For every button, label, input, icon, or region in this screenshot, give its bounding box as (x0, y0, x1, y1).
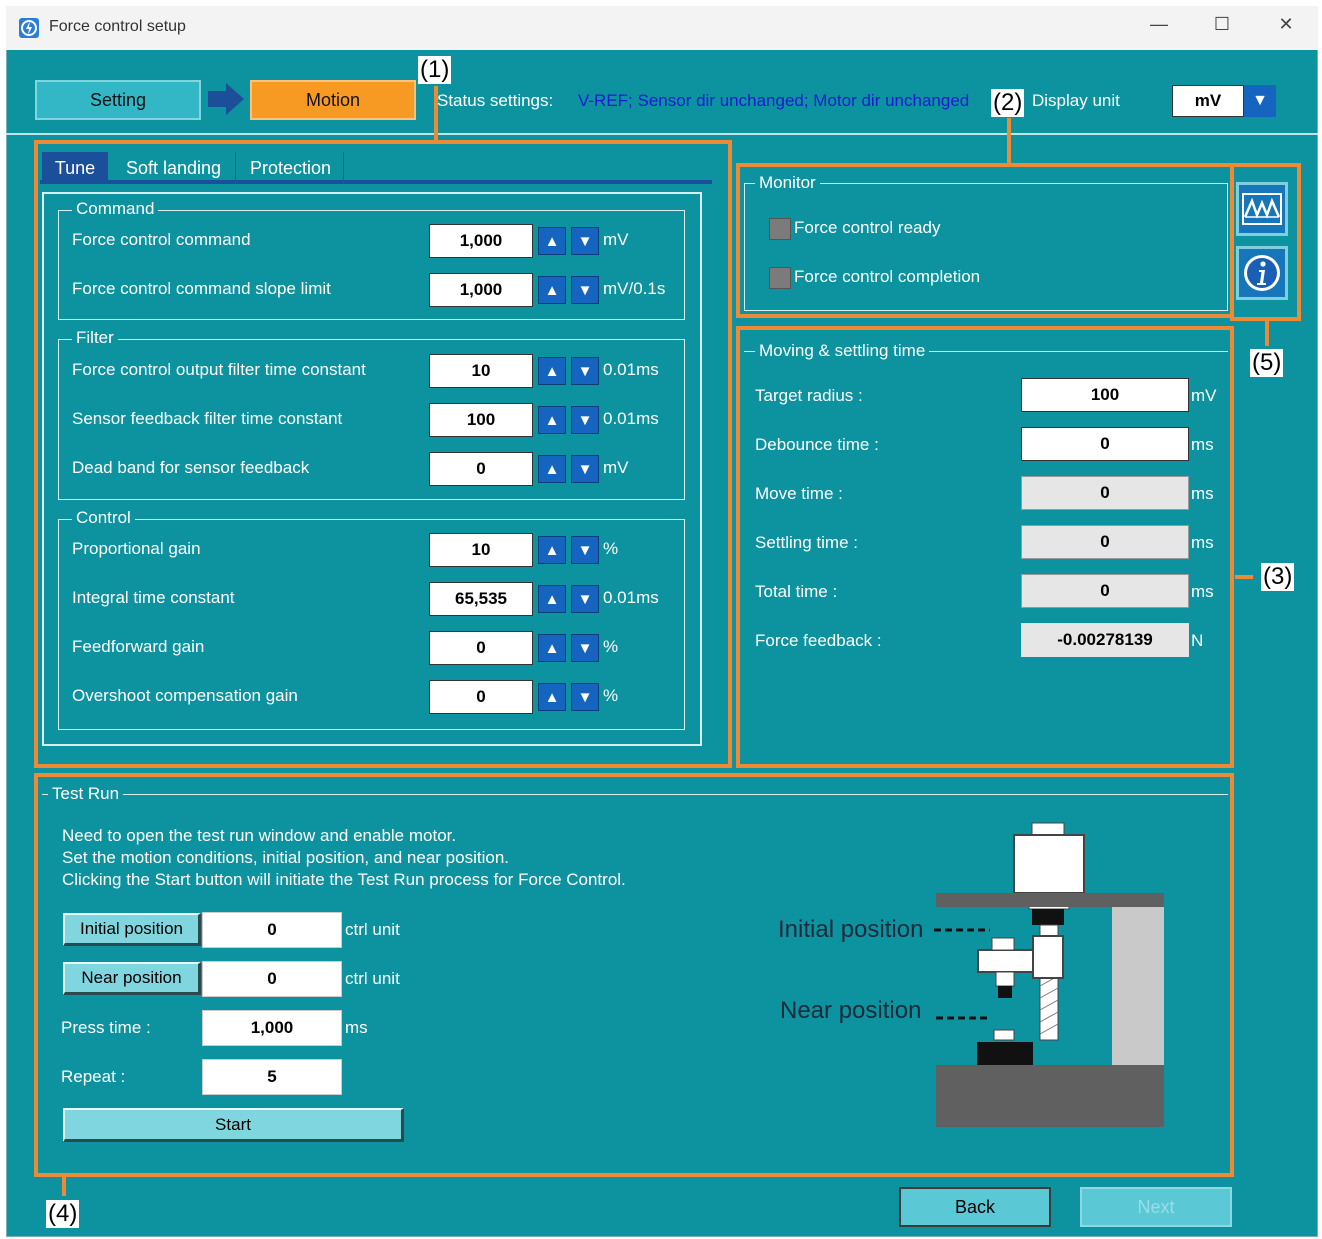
callout-connector (1265, 318, 1269, 346)
maximize-button[interactable]: ☐ (1207, 14, 1237, 35)
callout-2: (2) (991, 89, 1025, 117)
next-button[interactable]: Next (1080, 1187, 1232, 1227)
callout-4: (4) (46, 1200, 80, 1228)
annotation-box-5 (1230, 163, 1301, 321)
callout-connector (1007, 118, 1011, 164)
header-divider (6, 133, 1318, 135)
display-unit-select[interactable]: mV (1172, 85, 1244, 117)
step-setting-button[interactable]: Setting (35, 80, 201, 120)
callout-1: (1) (418, 56, 452, 84)
status-settings-value: V-REF; Sensor dir unchanged; Motor dir u… (578, 91, 970, 110)
arrow-right-icon (208, 83, 244, 115)
annotation-box-2 (736, 163, 1234, 318)
display-unit-label: Display unit (1032, 91, 1120, 110)
status-settings-label: Status settings: (437, 91, 554, 110)
annotation-box-1 (34, 140, 732, 768)
callout-connector (62, 1174, 66, 1196)
callout-5: (5) (1250, 349, 1284, 377)
app-logo-icon (19, 18, 39, 38)
callout-connector (434, 86, 438, 142)
back-button[interactable]: Back (899, 1187, 1051, 1227)
chevron-down-icon[interactable]: ▼ (1244, 85, 1276, 117)
annotation-box-4 (34, 773, 1234, 1177)
annotation-box-3 (736, 326, 1234, 768)
close-button[interactable]: ✕ (1271, 14, 1301, 35)
step-motion-button[interactable]: Motion (250, 80, 416, 120)
callout-3: (3) (1261, 563, 1295, 591)
callout-connector (1235, 575, 1253, 579)
window-title: Force control setup (49, 18, 186, 35)
title-bar (6, 6, 1318, 50)
minimize-button[interactable]: — (1144, 14, 1174, 35)
